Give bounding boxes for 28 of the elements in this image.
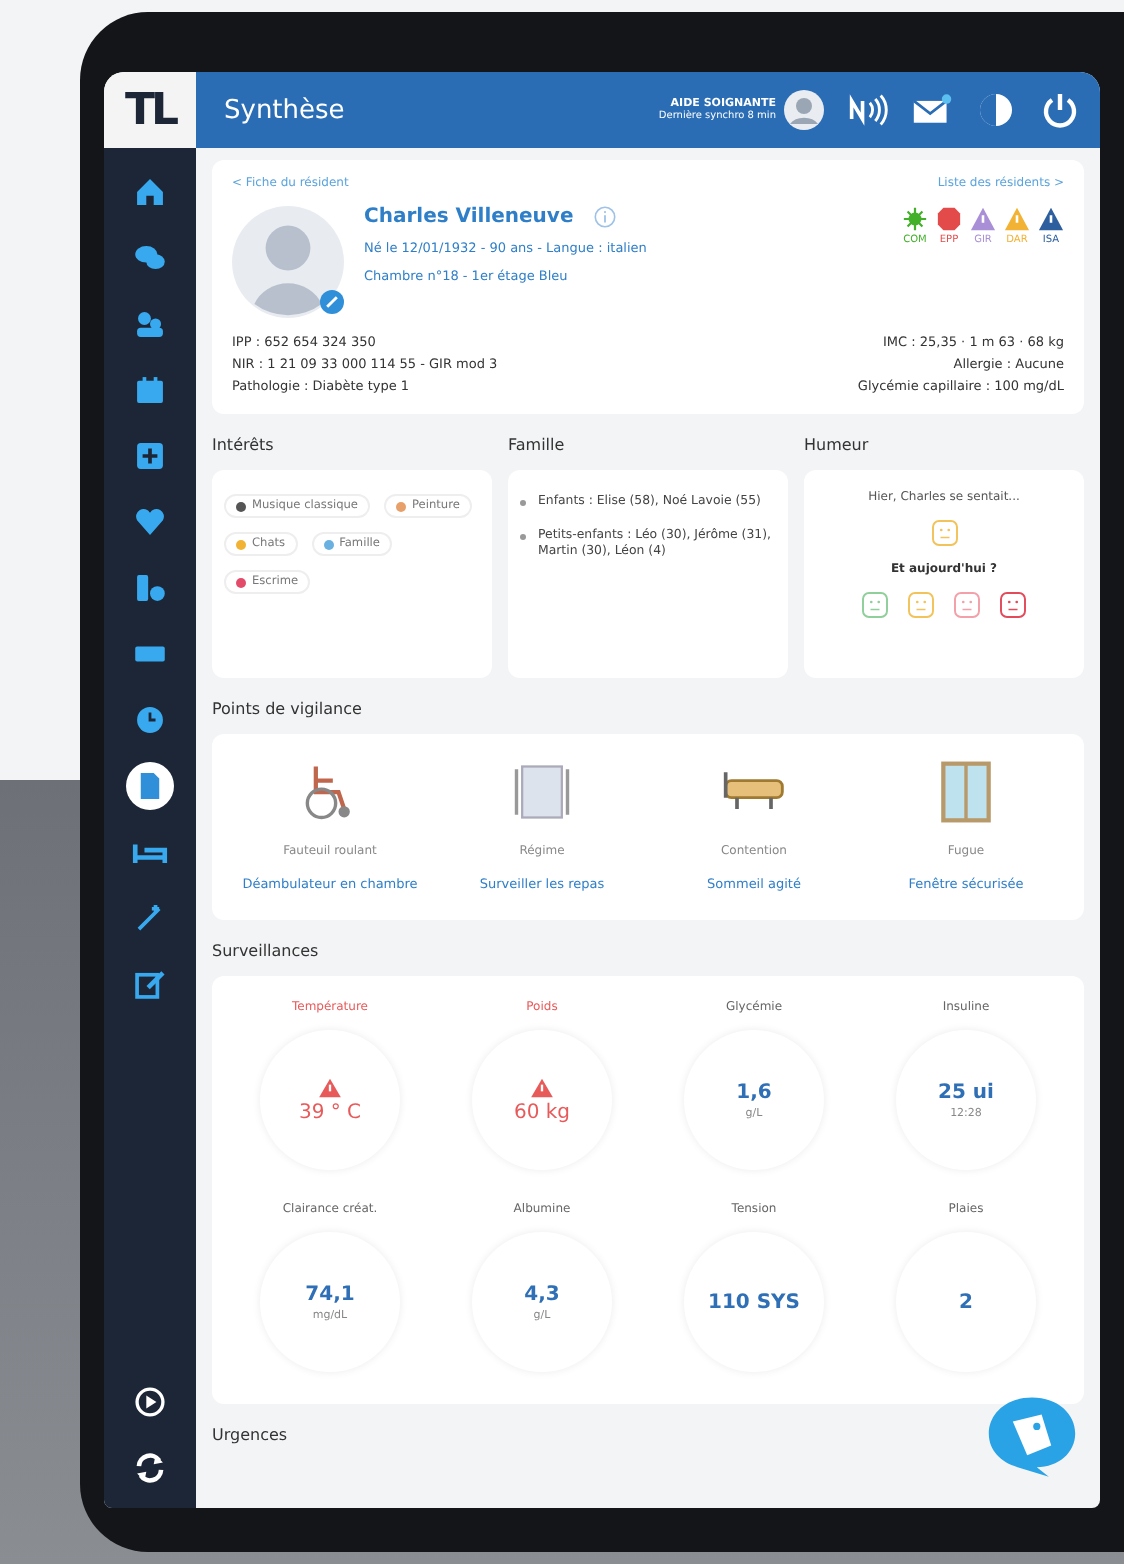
section-title: Surveillances bbox=[212, 940, 321, 964]
section-title: Humeur bbox=[804, 434, 871, 458]
edit-photo-icon[interactable] bbox=[320, 290, 344, 314]
page-title: Synthèse bbox=[224, 95, 347, 125]
warning-icon bbox=[318, 1077, 342, 1097]
section-title: Points de vigilance bbox=[212, 698, 364, 722]
user-avatar-icon[interactable] bbox=[784, 90, 824, 130]
power-icon[interactable] bbox=[1040, 92, 1080, 128]
patient-photo-placeholder bbox=[232, 206, 344, 318]
patient-name: Charles Villeneuve bbox=[364, 206, 574, 228]
mail-icon[interactable] bbox=[912, 92, 952, 128]
measure-value: 2 bbox=[959, 1291, 973, 1313]
section-title: Famille bbox=[508, 434, 567, 458]
measure-value: 4,3 bbox=[524, 1283, 560, 1305]
section-title: Intérêts bbox=[212, 434, 276, 458]
warning-icon bbox=[530, 1077, 554, 1097]
section-title: Urgences bbox=[212, 1424, 290, 1448]
nfc-icon[interactable] bbox=[848, 92, 888, 128]
mood-face-icon[interactable] bbox=[998, 590, 1028, 620]
measure-value: 1,6 bbox=[736, 1081, 772, 1103]
contrast-icon[interactable] bbox=[976, 92, 1016, 128]
measure-value: 25 ui bbox=[938, 1081, 994, 1103]
measure-value: 39 ° C bbox=[298, 1101, 362, 1123]
chat-bubble-icon[interactable] bbox=[984, 1392, 1080, 1480]
measure-value: 110 SYS bbox=[707, 1291, 800, 1313]
document-icon[interactable] bbox=[126, 762, 174, 810]
measure-value: 60 kg bbox=[513, 1101, 571, 1123]
measure-value: 74,1 bbox=[305, 1283, 355, 1305]
